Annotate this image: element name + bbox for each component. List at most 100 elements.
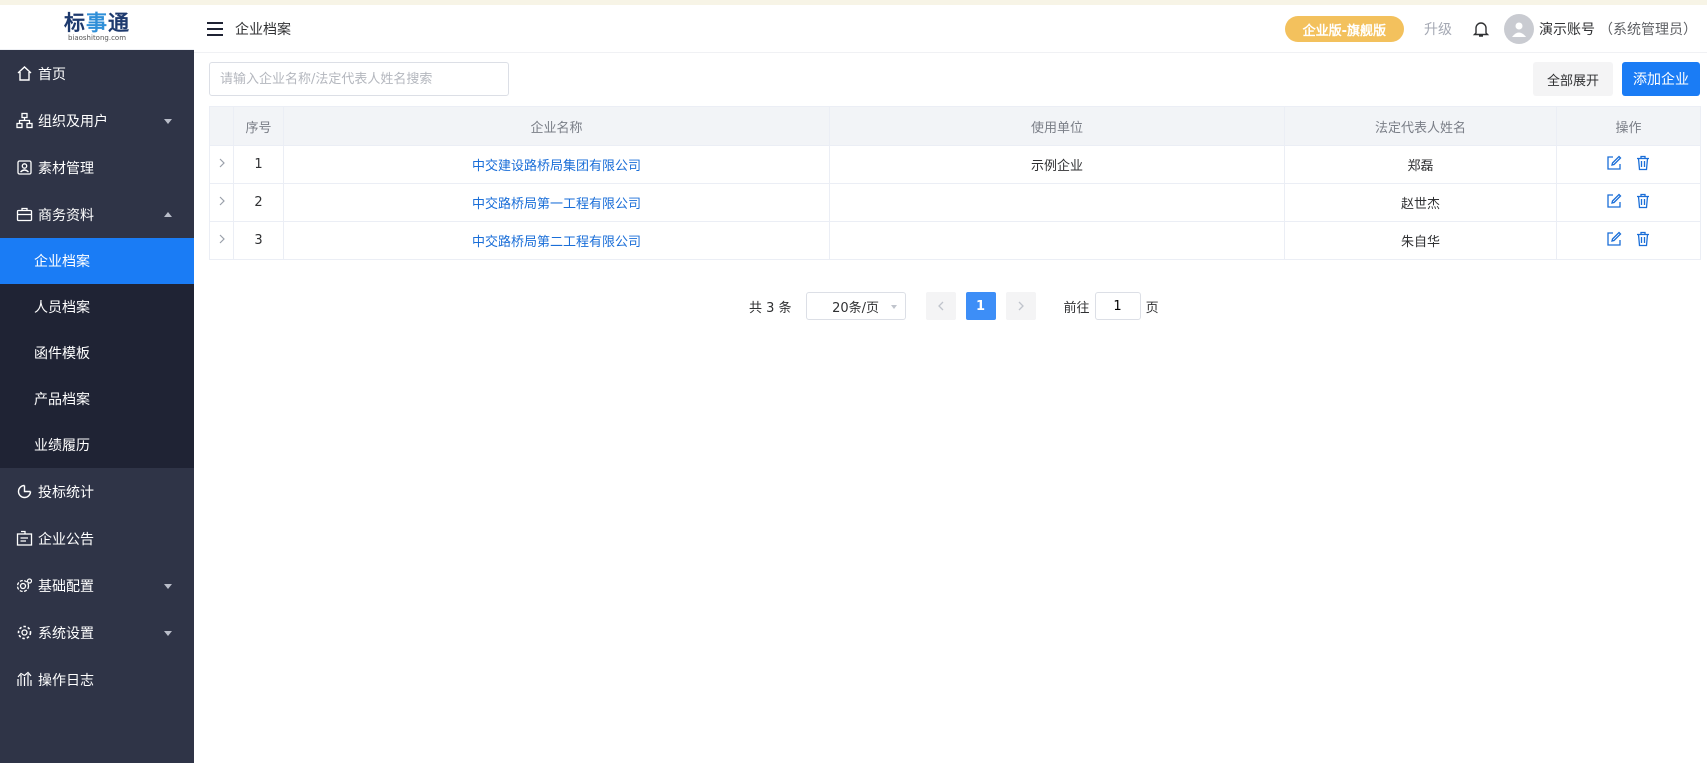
column-header: 企业名称 <box>283 106 830 146</box>
delete-icon[interactable] <box>1635 231 1652 248</box>
chevron-down-icon <box>164 630 172 636</box>
sidebar-item-label: 函件模板 <box>34 346 90 362</box>
sidebar-item-label: 首页 <box>38 66 66 83</box>
table-header-row: 序号 企业名称 使用单位 法定代表人姓名 操作 <box>209 106 1701 146</box>
logo-subtitle: biaoshitong.com <box>67 33 127 42</box>
sidebar-item-home[interactable]: 首页 <box>0 50 194 97</box>
using-unit: 示例企业 <box>829 145 1285 184</box>
sidebar: 标事通 biaoshitong.com 首页 组织及用户 素材管理 商务资料 企… <box>0 5 194 763</box>
sidebar-item-system-settings[interactable]: 系统设置 <box>0 609 194 656</box>
sidebar-item-operation-log[interactable]: 操作日志 <box>0 656 194 703</box>
goto-suffix: 页 <box>1145 300 1159 316</box>
edit-icon[interactable] <box>1606 231 1623 248</box>
page-number-button[interactable]: 1 <box>965 292 996 320</box>
sidebar-item-performance-record[interactable]: 业绩履历 <box>0 422 194 468</box>
row-expand-icon[interactable] <box>209 221 234 260</box>
delete-icon[interactable] <box>1635 155 1652 172</box>
avatar[interactable] <box>1504 14 1534 44</box>
company-table: 序号 企业名称 使用单位 法定代表人姓名 操作 1 中交建设路桥局集团有限公司 … <box>209 106 1701 260</box>
user-name[interactable]: 演示账号 <box>1539 19 1595 39</box>
prev-page-button[interactable] <box>925 292 956 320</box>
sidebar-item-announcements[interactable]: 企业公告 <box>0 515 194 562</box>
sidebar-item-label: 组织及用户 <box>38 113 108 130</box>
goto-page-input[interactable] <box>1094 292 1141 320</box>
sidebar-item-personnel-archive[interactable]: 人员档案 <box>0 284 194 330</box>
search-input[interactable] <box>209 62 509 96</box>
legal-representative: 朱自华 <box>1284 221 1557 260</box>
settings-icon <box>14 623 34 643</box>
header-right: 企业版-旗舰版 升级 演示账号 （系统管理员） <box>1284 5 1707 53</box>
user-role: （系统管理员） <box>1599 22 1697 38</box>
column-header: 使用单位 <box>829 106 1285 146</box>
org-icon <box>14 111 34 131</box>
notice-icon <box>14 529 34 549</box>
company-name-link[interactable]: 中交路桥局第一工程有限公司 <box>472 197 641 212</box>
expand-all-button[interactable]: 全部展开 <box>1533 62 1613 96</box>
briefcase-icon <box>14 205 34 225</box>
edit-icon[interactable] <box>1606 155 1623 172</box>
sidebar-item-label: 操作日志 <box>38 672 94 689</box>
sidebar-item-letter-template[interactable]: 函件模板 <box>0 330 194 376</box>
sidebar-item-business[interactable]: 商务资料 <box>0 191 194 238</box>
material-icon <box>14 158 34 178</box>
sidebar-item-label: 企业公告 <box>38 531 94 548</box>
next-page-button[interactable] <box>1005 292 1036 320</box>
total-count: 共 3 条 <box>749 300 792 316</box>
sidebar-item-label: 基础配置 <box>38 578 94 595</box>
row-expand-icon[interactable] <box>209 145 234 184</box>
sidebar-item-bid-stats[interactable]: 投标统计 <box>0 468 194 515</box>
column-header: 法定代表人姓名 <box>1284 106 1557 146</box>
sidebar-item-label: 投标统计 <box>38 484 94 501</box>
breadcrumb: 企业档案 <box>235 21 291 38</box>
config-icon <box>14 576 34 596</box>
menu-toggle-icon[interactable] <box>207 21 223 36</box>
company-name-link[interactable]: 中交路桥局第二工程有限公司 <box>472 235 641 250</box>
chevron-down-icon <box>164 118 172 124</box>
home-icon <box>14 64 34 84</box>
sidebar-item-label: 产品档案 <box>34 392 90 408</box>
table-row: 1 中交建设路桥局集团有限公司 示例企业 郑磊 <box>209 145 1701 184</box>
goto-label: 前往 <box>1063 300 1090 316</box>
sidebar-item-label: 企业档案 <box>34 254 90 270</box>
pagination: 共 3 条 20条/页 1 前往 页 <box>749 291 1159 321</box>
sidebar-item-label: 系统设置 <box>38 625 94 642</box>
sidebar-item-label: 商务资料 <box>38 207 94 224</box>
sidebar-item-label: 业绩履历 <box>34 438 90 454</box>
page-size-select[interactable]: 20条/页 <box>805 292 906 320</box>
row-index: 1 <box>233 145 284 184</box>
add-company-button[interactable]: 添加企业 <box>1622 62 1700 96</box>
sidebar-item-company-archive[interactable]: 企业档案 <box>0 238 194 284</box>
edit-icon[interactable] <box>1606 193 1623 210</box>
legal-representative: 郑磊 <box>1284 145 1557 184</box>
top-header: 企业档案 企业版-旗舰版 升级 演示账号 （系统管理员） <box>194 5 1707 53</box>
upgrade-link[interactable]: 升级 <box>1424 19 1452 39</box>
using-unit <box>829 221 1285 260</box>
row-index: 3 <box>233 221 284 260</box>
table-row: 2 中交路桥局第一工程有限公司 赵世杰 <box>209 183 1701 222</box>
sidebar-item-org-users[interactable]: 组织及用户 <box>0 97 194 144</box>
bell-icon[interactable] <box>1472 20 1490 38</box>
using-unit <box>829 183 1285 222</box>
log-icon <box>14 670 34 690</box>
stats-icon <box>14 482 34 502</box>
delete-icon[interactable] <box>1635 193 1652 210</box>
company-name-link[interactable]: 中交建设路桥局集团有限公司 <box>472 159 641 174</box>
sidebar-item-label: 人员档案 <box>34 300 90 316</box>
column-header: 操作 <box>1556 106 1701 146</box>
logo-text: 标事通 <box>64 10 130 35</box>
table-row: 3 中交路桥局第二工程有限公司 朱自华 <box>209 221 1701 260</box>
chevron-down-icon <box>164 583 172 589</box>
column-header: 序号 <box>233 106 284 146</box>
sidebar-item-materials[interactable]: 素材管理 <box>0 144 194 191</box>
sidebar-item-basic-config[interactable]: 基础配置 <box>0 562 194 609</box>
page-size-value: 20条/页 <box>832 300 880 316</box>
caret-down-icon <box>890 305 897 309</box>
sidebar-item-label: 素材管理 <box>38 160 94 177</box>
legal-representative: 赵世杰 <box>1284 183 1557 222</box>
edition-badge: 企业版-旗舰版 <box>1284 16 1404 42</box>
logo[interactable]: 标事通 biaoshitong.com <box>0 5 194 50</box>
expand-column-header <box>209 106 234 146</box>
row-expand-icon[interactable] <box>209 183 234 222</box>
business-submenu: 企业档案 人员档案 函件模板 产品档案 业绩履历 <box>0 238 194 468</box>
sidebar-item-product-archive[interactable]: 产品档案 <box>0 376 194 422</box>
